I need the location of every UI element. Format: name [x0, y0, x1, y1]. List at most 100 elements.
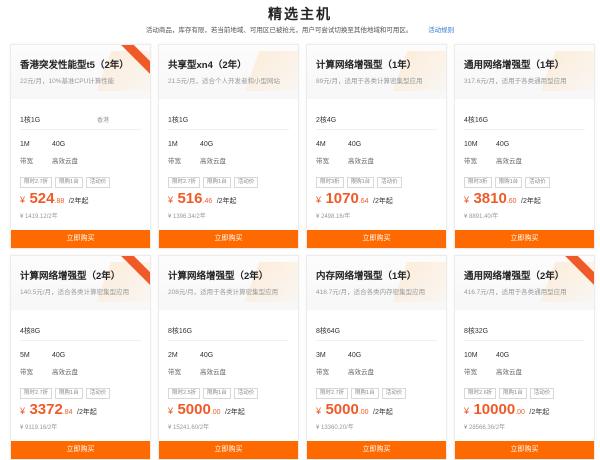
price-integer: 5000	[177, 401, 211, 418]
price: ¥ 10000.00 /2年起	[464, 401, 549, 419]
original-price: ¥ 1419.12/2年	[20, 214, 58, 220]
card-title: 通用网络增强型（1年）	[464, 60, 565, 71]
bandwidth-label: 带宽	[168, 369, 181, 376]
currency-symbol: ¥	[20, 406, 26, 416]
buy-now-button[interactable]: 立即购买	[159, 230, 298, 248]
price-decimal: .64	[358, 198, 369, 205]
original-price: ¥ 13360.20/年	[316, 425, 354, 431]
bandwidth-label: 带宽	[464, 158, 477, 165]
disk-label: 高效云盘	[496, 158, 522, 165]
activity-price-tag: 活动价	[85, 177, 111, 188]
currency-symbol: ¥	[316, 195, 322, 205]
card-description: 21.5元/月，适合个人开发者和小型网站	[168, 78, 280, 85]
currency-symbol: ¥	[168, 406, 174, 416]
disk-size-value: 40G	[200, 141, 214, 148]
divider	[168, 340, 289, 341]
activity-price-tag: 活动价	[381, 388, 407, 399]
card-header: 通用网络增强型（1年） 317.6元/月，适用于各类通用型应用	[455, 45, 594, 99]
price-decimal: .84	[62, 409, 73, 416]
card-decoration	[244, 51, 298, 91]
promo-tags: 限时2.6折 限购1台 活动价	[464, 388, 555, 399]
price-integer: 516	[177, 190, 203, 207]
buy-now-button[interactable]: 立即购买	[11, 230, 150, 248]
discount-tag: 限时2.5折	[168, 388, 201, 399]
buy-now-button[interactable]: 立即购买	[455, 441, 594, 459]
page-subtitle: 活动商品，库存有限，若当前地域、可用区已被抢光，用户可尝试切换至其他地域和可用区…	[0, 24, 600, 34]
cpu-memory-spec: 4核16G	[464, 117, 489, 124]
original-price: ¥ 1396.34/2年	[168, 214, 206, 220]
limit-tag: 限购1台	[346, 177, 375, 188]
disk-label: 高效云盘	[348, 158, 374, 165]
activity-price-tag: 活动价	[233, 388, 259, 399]
card-description: 416.7元/月，适合各类内存密集型应用	[316, 289, 426, 296]
buy-now-button[interactable]: 立即购买	[455, 230, 594, 248]
buy-now-button[interactable]: 立即购买	[11, 441, 150, 459]
product-card: 通用网络增强型（1年） 317.6元/月，适用于各类通用型应用 4核16G 10…	[454, 44, 595, 249]
price-unit: /2年起	[373, 198, 393, 205]
price-decimal: .00	[210, 409, 221, 416]
price-integer: 3810	[473, 190, 507, 207]
price: ¥ 1070.64 /2年起	[316, 190, 393, 208]
bandwidth-label: 带宽	[464, 369, 477, 376]
price-integer: 524	[29, 190, 55, 207]
promo-tags: 限时2.7折 限购1台 活动价	[316, 388, 407, 399]
original-price: ¥ 28566.36/2年	[464, 425, 506, 431]
card-header: 计算网络增强型（2年） 140.5元/月，适合各类计算密集型应用	[11, 256, 150, 310]
card-header: 通用网络增强型（2年） 416.7元/月，适用于各类通用型应用	[455, 256, 594, 310]
cpu-memory-spec: 8核16G	[168, 328, 193, 335]
price-decimal: .60	[506, 198, 517, 205]
buy-now-button[interactable]: 立即购买	[159, 441, 298, 459]
disk-size-value: 40G	[52, 141, 66, 148]
discount-tag: 限时2.7折	[20, 388, 53, 399]
card-title: 内存网络增强型（1年）	[316, 271, 417, 282]
price: ¥ 5000.00 /2年起	[168, 401, 245, 419]
promo-tags: 限时2.5折 限购1台 活动价	[168, 388, 259, 399]
disk-label: 高效云盘	[348, 369, 374, 376]
bandwidth-label: 带宽	[316, 369, 329, 376]
page-header: 精选主机 活动商品，库存有限，若当前地域、可用区已被抢光，用户可尝试切换至其他地…	[0, 0, 600, 44]
disk-label: 高效云盘	[52, 158, 78, 165]
product-card: 计算网络增强型（1年） 89元/月，适用于各类计算密集型应用 2核4G 4M 4…	[306, 44, 447, 249]
divider	[316, 129, 437, 130]
limit-tag: 限购1台	[499, 388, 527, 399]
product-card: 计算网络增强型（2年） 208元/月，适用于各类计算密集型应用 8核16G 2M…	[158, 255, 299, 460]
price-unit: /2年起	[216, 198, 237, 205]
discount-tag: 限时3折	[316, 177, 344, 188]
activity-price-tag: 活动价	[85, 388, 111, 399]
disk-size-value: 40G	[348, 141, 362, 148]
divider	[20, 340, 141, 341]
cpu-memory-spec: 8核32G	[464, 328, 489, 335]
bandwidth-value: 10M	[464, 141, 478, 148]
buy-now-button[interactable]: 立即购买	[307, 441, 446, 459]
cpu-memory-spec: 1核1G	[168, 117, 189, 124]
divider	[20, 129, 141, 130]
price-integer: 1070	[325, 190, 359, 207]
product-card: 共享型xn4（2年） 21.5元/月，适合个人开发者和小型网站 1核1G 1M …	[158, 44, 299, 249]
promo-tags: 限时2.7折 限购1台 活动价	[20, 177, 111, 188]
original-price: ¥ 8891.40/年	[464, 214, 499, 220]
cpu-memory-spec: 1核1G	[20, 117, 41, 124]
original-price: ¥ 9119.16/2年	[20, 425, 58, 431]
activity-price-tag: 活动价	[529, 388, 555, 399]
card-description: 89元/月，适用于各类计算密集型应用	[316, 78, 423, 85]
disk-size-value: 40G	[348, 352, 362, 359]
promo-tags: 限时3折 限购1台 活动价	[316, 177, 402, 188]
card-description: 22元/月，10%基准CPU计算性能	[20, 78, 115, 85]
currency-symbol: ¥	[20, 195, 26, 205]
divider	[464, 129, 585, 130]
disk-label: 高效云盘	[52, 369, 78, 376]
region-note: 香港	[97, 118, 110, 124]
disk-size-value: 40G	[496, 141, 510, 148]
activity-price-tag: 活动价	[233, 177, 259, 188]
buy-now-button[interactable]: 立即购买	[307, 230, 446, 248]
card-title: 计算网络增强型（1年）	[316, 60, 417, 71]
price-decimal: .46	[202, 198, 213, 205]
card-title: 香港突发性能型t5（2年）	[20, 60, 129, 71]
currency-symbol: ¥	[464, 406, 470, 416]
price-decimal: .88	[54, 198, 65, 205]
bandwidth-label: 带宽	[20, 369, 33, 376]
price-unit: /2年起	[225, 409, 245, 416]
activity-rules-link[interactable]: 活动规则	[428, 27, 454, 34]
limit-tag: 限购1台	[55, 177, 83, 188]
cpu-memory-spec: 8核64G	[316, 328, 341, 335]
